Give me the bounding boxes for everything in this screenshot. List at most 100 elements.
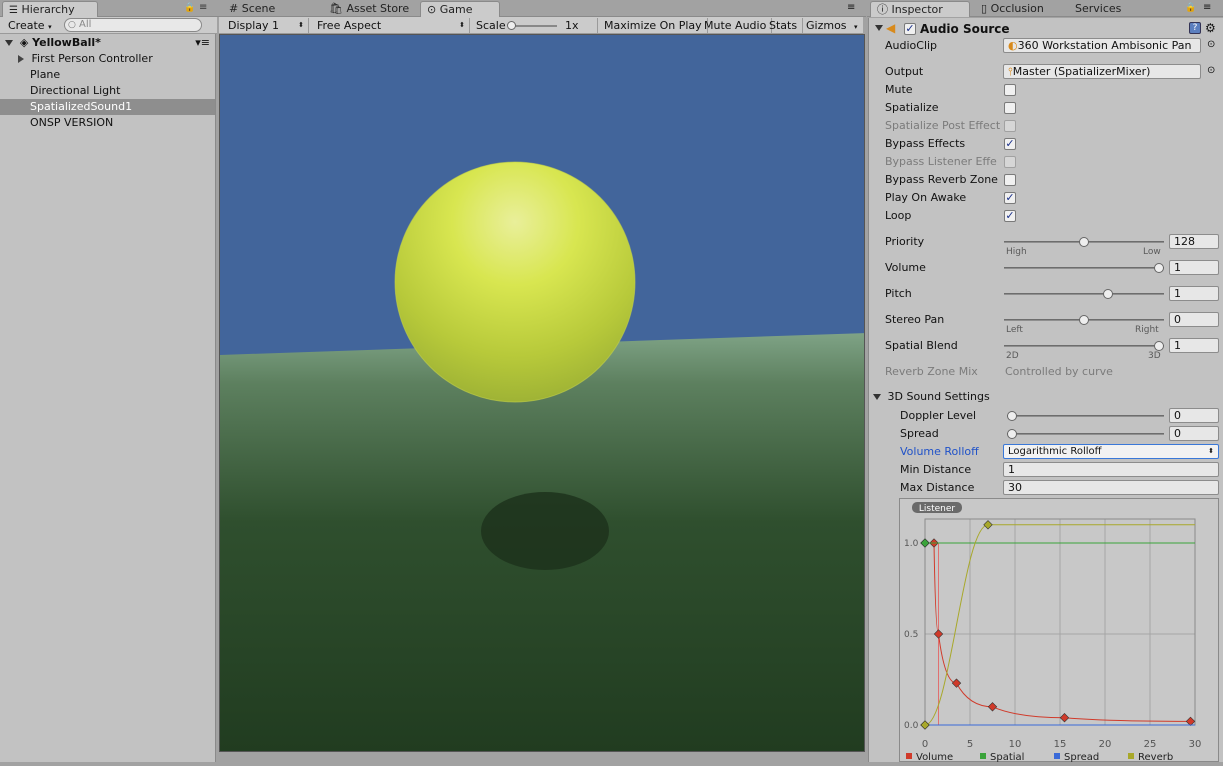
spatial-blend-knob[interactable] <box>1154 341 1164 351</box>
collapsed-arrow-icon[interactable] <box>18 55 24 63</box>
tab-hierarchy[interactable]: ☰ Hierarchy <box>2 1 98 17</box>
legend-label: Spread <box>1064 752 1099 763</box>
keyframe-point <box>933 629 944 639</box>
lock-icon[interactable]: 🔒 <box>1185 3 1196 13</box>
audioclip-field[interactable]: ◐360 Workstation Ambisonic Pan <box>1003 38 1201 53</box>
min-distance-field[interactable]: 1 <box>1003 462 1219 477</box>
spread-field[interactable]: 0 <box>1169 426 1219 441</box>
checkbox[interactable] <box>1004 84 1016 96</box>
blend-max-label: 3D <box>1148 351 1161 361</box>
volume-rolloff-value: Logarithmic Rolloff <box>1008 446 1102 457</box>
max-distance-field[interactable]: 30 <box>1003 480 1219 495</box>
checkbox[interactable]: ✓ <box>1004 192 1016 204</box>
tab-asset-store[interactable]: 🛍 Asset Store <box>323 1 415 17</box>
rolloff-chart[interactable]: Listener 0 5 10 15 20 25 30 0.0 0.5 1.0 Volume Spati… <box>899 498 1219 763</box>
legend-label: Spatial <box>990 752 1024 763</box>
priority-field[interactable]: 128 <box>1169 234 1219 249</box>
volume-field[interactable]: 1 <box>1169 260 1219 275</box>
doppler-field[interactable]: 0 <box>1169 408 1219 423</box>
list-item[interactable]: First Person Controller <box>0 51 215 67</box>
spread-knob[interactable] <box>1007 429 1017 439</box>
audio-source-header[interactable]: ◀ ✓ Audio Source ? ⚙ <box>869 20 1223 38</box>
expand-icon[interactable] <box>5 40 13 46</box>
sound-3d-foldout[interactable]: 3D Sound Settings <box>873 390 990 406</box>
spatial-blend-field[interactable]: 1 <box>1169 338 1219 353</box>
tab-services[interactable]: Services <box>1069 1 1127 17</box>
stereo-pan-knob[interactable] <box>1079 315 1089 325</box>
menu-icon[interactable]: ≡ <box>1203 2 1211 13</box>
priority-label: Priority <box>885 235 925 248</box>
mute-audio-button[interactable]: Mute Audio <box>699 18 773 33</box>
volume-rolloff-select[interactable]: Logarithmic Rolloff ⬍ <box>1003 444 1219 459</box>
spatial-blend-slider[interactable] <box>1004 341 1164 351</box>
component-enabled-checkbox[interactable]: ✓ <box>904 23 916 35</box>
legend-label: Reverb <box>1138 752 1173 763</box>
aspect-value: Free Aspect <box>317 19 382 32</box>
checkbox[interactable] <box>1004 174 1016 186</box>
panel-menu-icon[interactable]: ≡ <box>847 2 855 13</box>
audioclip-label: AudioClip <box>885 39 938 52</box>
keyframe-point <box>1185 716 1196 727</box>
checkbox-label: Bypass Reverb Zone <box>885 173 998 186</box>
pitch-knob[interactable] <box>1103 289 1113 299</box>
x-tick-label: 0 <box>922 739 928 750</box>
pitch-slider[interactable] <box>1004 289 1164 299</box>
foldout-icon[interactable] <box>875 25 883 31</box>
create-label: Create <box>8 19 45 32</box>
priority-max-label: Low <box>1143 247 1161 257</box>
object-picker-icon[interactable]: ⊙ <box>1207 65 1215 76</box>
item-label: Directional Light <box>30 84 121 97</box>
gear-icon[interactable]: ⚙ <box>1205 21 1216 35</box>
game-viewport[interactable] <box>219 34 865 752</box>
unity-icon: ◈ <box>19 36 29 49</box>
checkbox[interactable]: ✓ <box>1004 138 1016 150</box>
gamepad-icon: ⊙ <box>427 3 437 16</box>
pitch-field[interactable]: 1 <box>1169 286 1219 301</box>
list-item[interactable]: Directional Light <box>0 83 215 99</box>
doppler-slider[interactable] <box>1007 411 1164 421</box>
priority-slider[interactable] <box>1004 237 1164 247</box>
tab-game-label: Game <box>439 3 473 16</box>
maximize-on-play-button[interactable]: Maximize On Play <box>599 18 708 33</box>
list-item[interactable]: ONSP VERSION <box>0 115 215 131</box>
tab-inspector[interactable]: ⓘ Inspector <box>870 1 970 17</box>
priority-knob[interactable] <box>1079 237 1089 247</box>
list-icon: ☰ <box>9 5 18 16</box>
display-value: Display 1 <box>228 19 280 32</box>
tab-game[interactable]: ⊙ Game <box>420 1 500 17</box>
aspect-select[interactable]: Free Aspect ⬍ <box>312 18 470 33</box>
tab-occlusion[interactable]: ▯ Occlusion <box>975 1 1050 17</box>
stereo-pan-slider[interactable] <box>1004 315 1164 325</box>
volume-slider[interactable] <box>1004 263 1164 273</box>
spread-slider[interactable] <box>1007 429 1164 439</box>
legend-label: Volume <box>916 752 953 763</box>
lock-icon[interactable]: 🔒 <box>184 3 195 13</box>
keyframe-point <box>920 538 930 548</box>
series-line-volume <box>925 542 1191 722</box>
help-icon[interactable]: ? <box>1189 22 1201 34</box>
reverb-zone-mix-label: Reverb Zone Mix <box>885 365 978 378</box>
output-field[interactable]: ⫯Master (SpatializerMixer) <box>1003 64 1201 79</box>
list-item[interactable]: Plane <box>0 67 215 83</box>
foldout-icon[interactable] <box>873 394 881 400</box>
doppler-knob[interactable] <box>1007 411 1017 421</box>
search-input[interactable]: ○ All <box>64 18 202 32</box>
scene-menu-icon[interactable]: ▾≡ <box>195 35 210 51</box>
volume-knob[interactable] <box>1154 263 1164 273</box>
stereo-pan-field[interactable]: 0 <box>1169 312 1219 327</box>
scale-slider[interactable] <box>509 25 557 27</box>
scale-control[interactable]: Scale 1x <box>471 18 598 33</box>
object-picker-icon[interactable]: ⊙ <box>1207 39 1215 50</box>
checkbox[interactable] <box>1004 102 1016 114</box>
scale-knob[interactable] <box>507 21 516 30</box>
scene-row[interactable]: ◈ YellowBall* ▾≡ <box>0 35 215 51</box>
stats-button[interactable]: Stats <box>764 18 804 33</box>
tab-scene[interactable]: # Scene <box>223 1 281 17</box>
display-select[interactable]: Display 1 ⬍ <box>223 18 309 33</box>
menu-icon[interactable]: ≡ <box>199 2 207 13</box>
checkbox-label: Spatialize Post Effect <box>885 119 1001 132</box>
create-button[interactable]: Create ▾ <box>3 18 57 33</box>
gizmos-button[interactable]: Gizmos ▾ <box>801 18 863 33</box>
list-item[interactable]: SpatializedSound1 <box>0 99 215 115</box>
checkbox[interactable]: ✓ <box>1004 210 1016 222</box>
